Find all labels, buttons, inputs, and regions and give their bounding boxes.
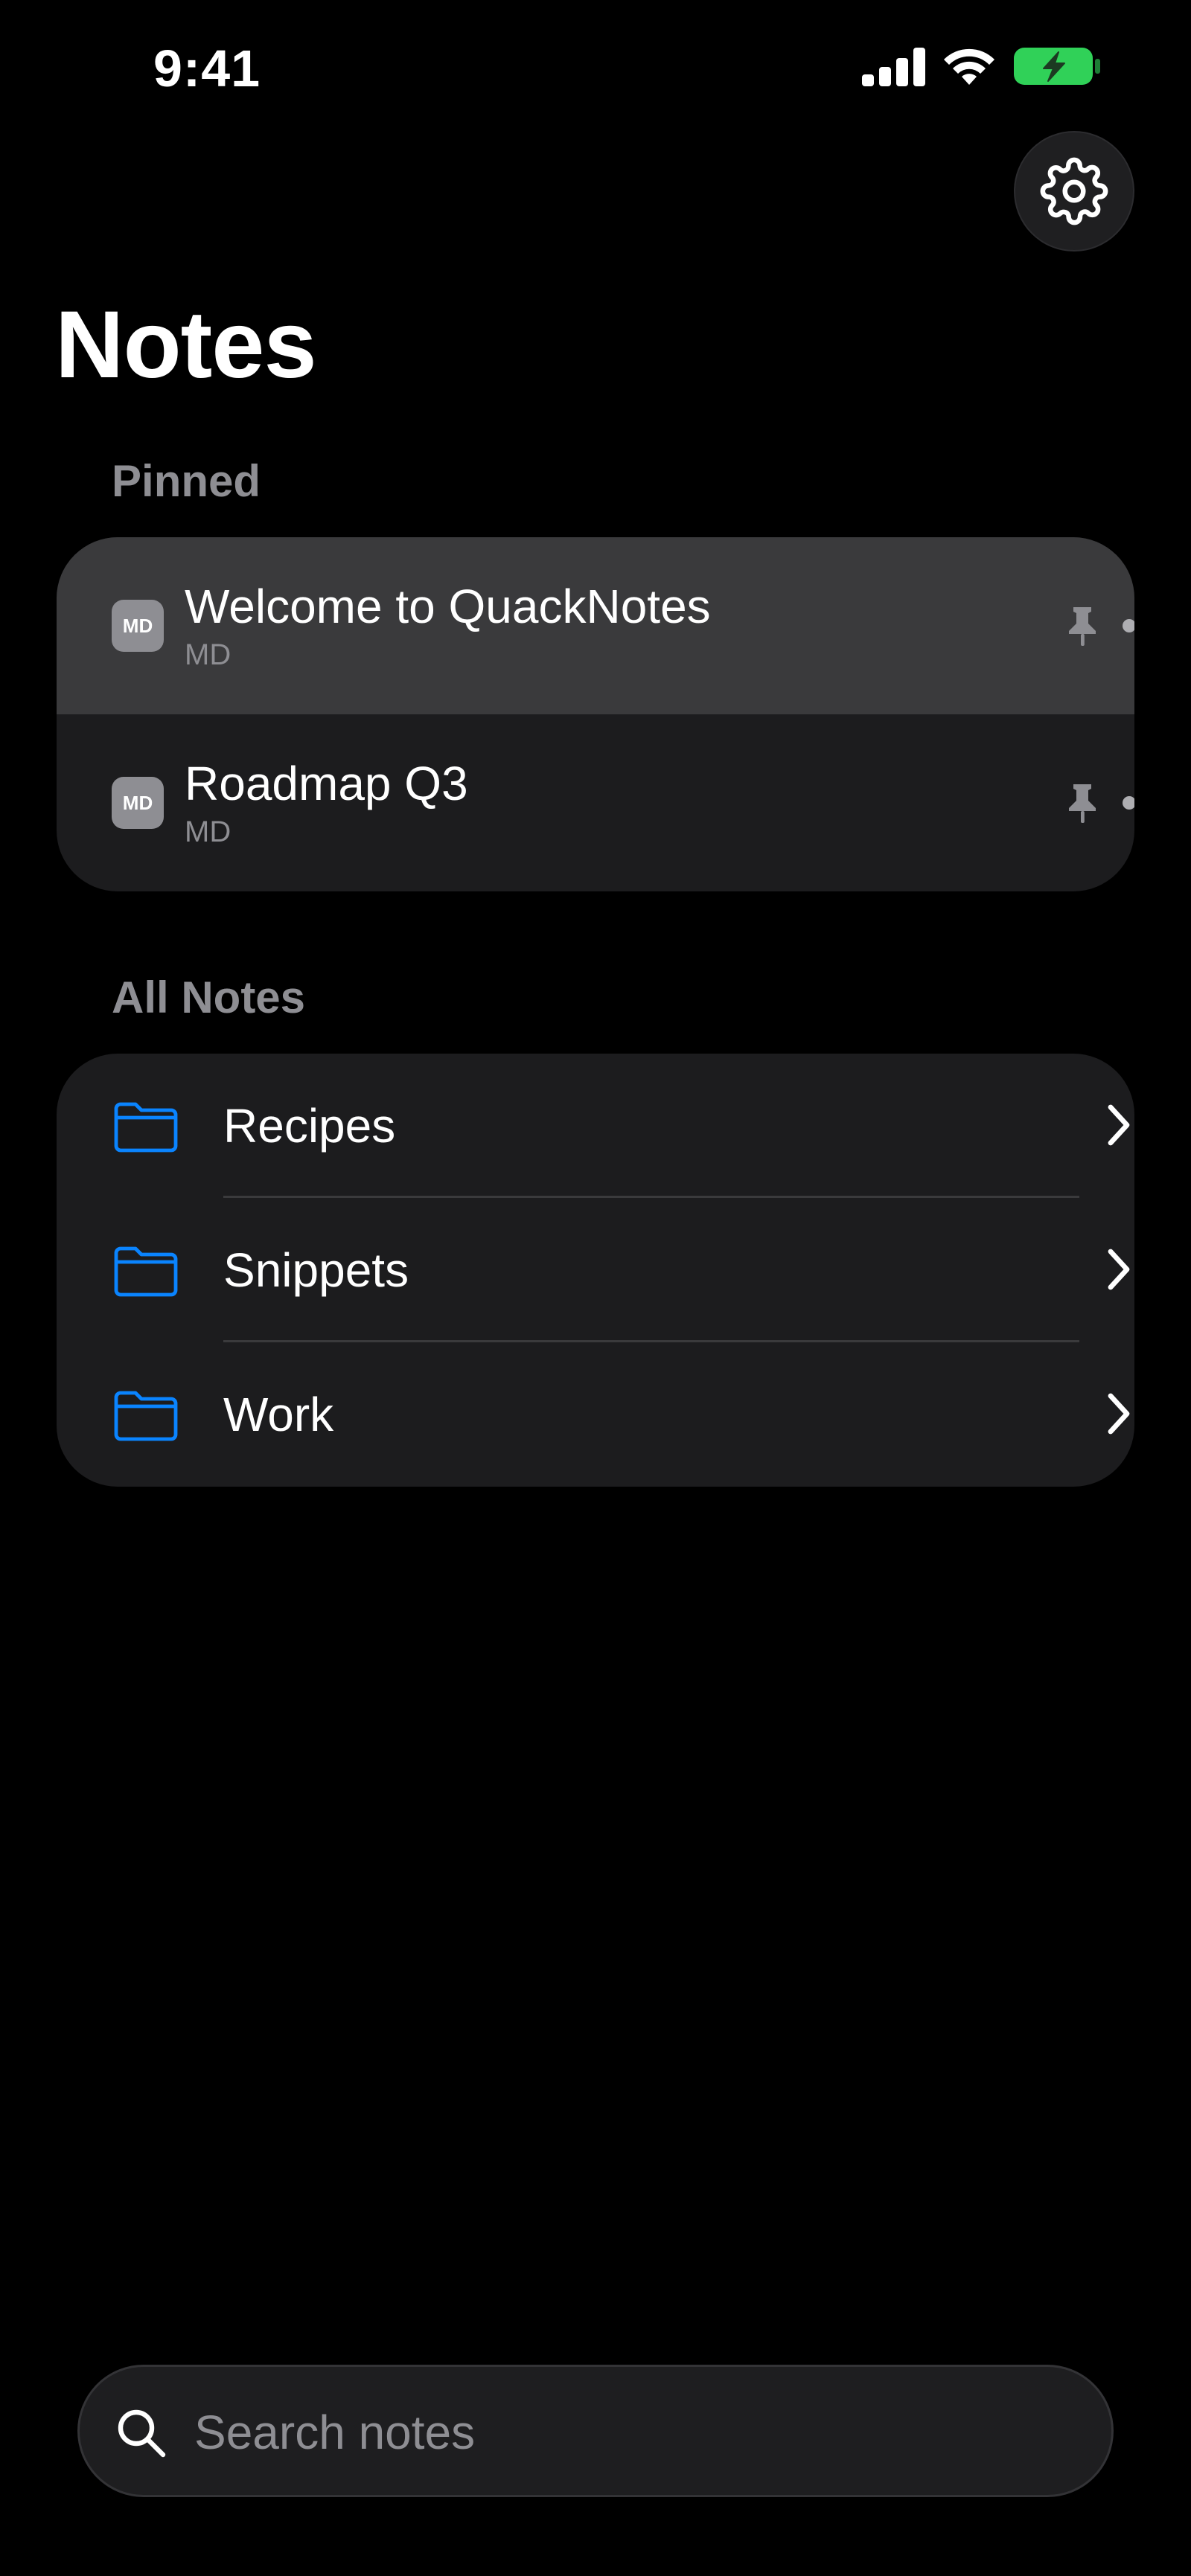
signal-icon xyxy=(862,48,925,86)
wifi-icon xyxy=(944,48,994,85)
all-notes-section-header: All Notes xyxy=(112,973,306,1022)
pinned-section-header: Pinned xyxy=(112,456,261,506)
pin-icon xyxy=(1069,784,1096,823)
folder-icon xyxy=(114,1246,178,1297)
chevron-right-icon xyxy=(1108,1249,1130,1290)
note-format: MD xyxy=(185,638,232,671)
folder-label: Work xyxy=(223,1388,334,1441)
folder-list: Recipes Snippets Work xyxy=(57,1054,1134,1487)
search-input[interactable] xyxy=(194,2397,1073,2468)
pinned-note-row[interactable]: MD Roadmap Q3 MD xyxy=(57,714,1134,891)
pin-icon xyxy=(1069,607,1096,646)
battery-charging-icon xyxy=(1014,48,1100,85)
gear-icon xyxy=(1040,157,1108,225)
folder-row-work[interactable]: Work xyxy=(57,1342,1134,1487)
search-bar[interactable] xyxy=(77,2365,1114,2497)
markdown-file-icon: MD xyxy=(112,777,164,829)
page-title: Notes xyxy=(55,292,317,398)
note-title: Welcome to QuackNotes xyxy=(185,580,711,633)
folder-label: Snippets xyxy=(223,1243,409,1297)
status-bar: 9:41 xyxy=(0,0,1191,141)
more-options-dot[interactable] xyxy=(1123,619,1134,632)
status-icons xyxy=(862,46,1102,86)
folder-icon xyxy=(114,1102,178,1153)
folder-icon xyxy=(114,1391,178,1441)
folder-row-snippets[interactable]: Snippets xyxy=(57,1198,1134,1342)
folder-row-recipes[interactable]: Recipes xyxy=(57,1054,1134,1198)
chevron-right-icon xyxy=(1108,1393,1130,1435)
settings-button[interactable] xyxy=(1014,131,1134,251)
note-format: MD xyxy=(185,816,232,848)
note-title: Roadmap Q3 xyxy=(185,757,468,810)
chevron-right-icon xyxy=(1108,1104,1130,1146)
folder-label: Recipes xyxy=(223,1099,396,1153)
more-options-dot[interactable] xyxy=(1123,796,1134,810)
markdown-file-icon: MD xyxy=(112,600,164,652)
notes-screen: 9:41 Notes Pinned MD Welcome to QuackNot… xyxy=(0,0,1191,2576)
pinned-list: MD Welcome to QuackNotes MD MD Roadmap Q… xyxy=(57,537,1134,891)
status-time: 9:41 xyxy=(153,39,261,97)
search-icon xyxy=(118,2409,166,2458)
pinned-note-row[interactable]: MD Welcome to QuackNotes MD xyxy=(57,537,1134,714)
